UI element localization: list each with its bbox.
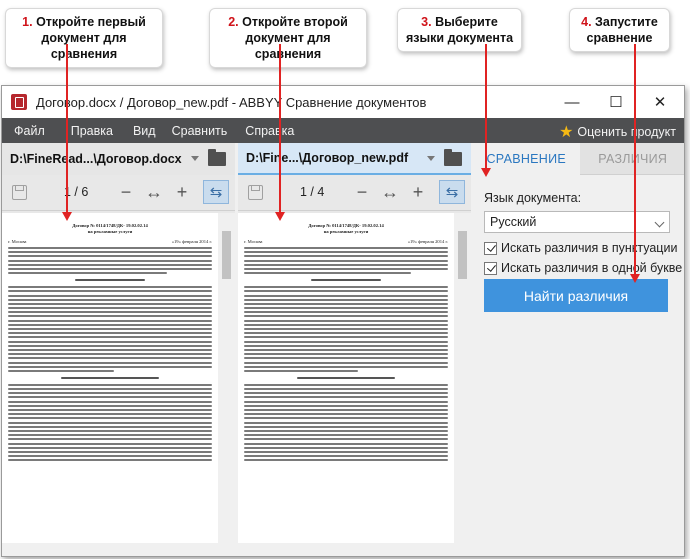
left-doc-text bbox=[8, 247, 212, 462]
callout-1-text: Откройте первый документ для сравнения bbox=[36, 15, 146, 61]
save-icon[interactable] bbox=[12, 185, 27, 200]
document-language-select[interactable]: Русский bbox=[484, 211, 670, 233]
right-document-page: Договор № 0114/1748/ДК- 19.02.02.14 на р… bbox=[238, 213, 454, 462]
document-language-value: Русский bbox=[490, 215, 537, 229]
callout-2-arrowhead bbox=[275, 212, 285, 221]
left-doc-date-row: г. Москва «19» февраля 2014 г. bbox=[8, 239, 212, 244]
minimize-button[interactable]: — bbox=[550, 86, 594, 118]
comparison-side-panel: СРАВНЕНИЕ РАЗЛИЧИЯ Язык документа: Русск… bbox=[473, 143, 684, 556]
callout-3-arrowhead bbox=[481, 168, 491, 177]
maximize-button[interactable]: ☐ bbox=[594, 86, 638, 118]
close-button[interactable]: ✕ bbox=[638, 86, 682, 118]
menu-file[interactable]: Файл bbox=[2, 124, 53, 138]
callout-1-arrowhead bbox=[62, 212, 72, 221]
zoom-out-icon[interactable]: − bbox=[115, 181, 137, 203]
screenshot-stage: 1. Откройте первый документ для сравнени… bbox=[0, 0, 690, 559]
right-document-path: D:\Fine...\Договор_new.pdf bbox=[246, 151, 409, 165]
left-path-bar[interactable]: D:\FineRead...\Договор.docx bbox=[2, 143, 235, 175]
right-document-pane: D:\Fine...\Договор_new.pdf 1 / 4 − ↔ + ⇆… bbox=[238, 143, 471, 556]
app-window: Договор.docx / Договор_new.pdf - ABBYY С… bbox=[1, 85, 685, 557]
single-letter-checkbox[interactable] bbox=[484, 261, 497, 275]
menu-view[interactable]: Вид bbox=[121, 124, 164, 138]
right-path-bar[interactable]: D:\Fine...\Договор_new.pdf bbox=[238, 143, 471, 175]
right-doc-text bbox=[244, 247, 448, 462]
rate-product-label: Оценить продукт bbox=[577, 125, 676, 139]
punctuation-checkbox-row[interactable]: Искать различия в пунктуации bbox=[484, 241, 677, 255]
zoom-out-icon[interactable]: − bbox=[351, 181, 373, 203]
left-vertical-scrollbar[interactable] bbox=[218, 213, 235, 543]
open-folder-icon[interactable] bbox=[208, 149, 226, 166]
left-doc-date: «19» февраля 2014 г. bbox=[171, 239, 212, 244]
window-title: Договор.docx / Договор_new.pdf - ABBYY С… bbox=[36, 94, 427, 110]
save-icon[interactable] bbox=[248, 185, 263, 200]
callout-1-number: 1. bbox=[22, 15, 33, 29]
left-doc-subtitle: на рекламные услуги bbox=[87, 229, 133, 234]
title-bar: Договор.docx / Договор_new.pdf - ABBYY С… bbox=[2, 86, 684, 118]
left-toolbar: 1 / 6 − ↔ + ⇆ bbox=[2, 175, 235, 211]
left-document-view[interactable]: Договор № 0114/1748/ДК- 19.02.02.14 на р… bbox=[2, 213, 218, 556]
star-icon: ★ bbox=[559, 124, 574, 141]
callout-4-pointer bbox=[634, 44, 636, 276]
chevron-down-icon[interactable] bbox=[427, 156, 435, 161]
left-scroll-thumb[interactable] bbox=[222, 231, 231, 279]
right-horizontal-scrollbar[interactable] bbox=[238, 543, 471, 556]
left-document-pane: D:\FineRead...\Договор.docx 1 / 6 − ↔ + … bbox=[2, 143, 235, 556]
callout-3-number: 3. bbox=[421, 15, 432, 29]
rate-product-link[interactable]: ★ Оценить продукт bbox=[559, 122, 676, 142]
find-differences-button[interactable]: Найти различия bbox=[484, 279, 668, 312]
right-doc-subtitle: на рекламные услуги bbox=[323, 229, 369, 234]
callout-4-arrowhead bbox=[630, 274, 640, 283]
menu-help[interactable]: Справка bbox=[235, 124, 302, 138]
menu-edit[interactable]: Правка bbox=[53, 124, 121, 138]
sync-scroll-icon[interactable]: ⇆ bbox=[203, 180, 229, 204]
callout-4-text: Запустите сравнение bbox=[586, 15, 658, 45]
single-letter-checkbox-row[interactable]: Искать различия в одной букве bbox=[484, 261, 682, 275]
callout-2-pointer bbox=[279, 44, 281, 214]
side-tabs: СРАВНЕНИЕ РАЗЛИЧИЯ bbox=[473, 143, 684, 175]
open-folder-icon[interactable] bbox=[444, 149, 462, 166]
callout-4-number: 4. bbox=[581, 15, 592, 29]
right-toolbar: 1 / 4 − ↔ + ⇆ bbox=[238, 175, 471, 211]
sync-scroll-icon[interactable]: ⇆ bbox=[439, 180, 465, 204]
document-language-label: Язык документа: bbox=[484, 191, 582, 205]
zoom-in-icon[interactable]: + bbox=[407, 181, 429, 203]
callout-1: 1. Откройте первый документ для сравнени… bbox=[5, 8, 163, 68]
callout-2-number: 2. bbox=[228, 15, 239, 29]
menu-compare[interactable]: Сравнить bbox=[164, 124, 236, 138]
single-letter-checkbox-label: Искать различия в одной букве bbox=[501, 261, 683, 275]
right-doc-date-row: г. Москва «19» февраля 2014 г. bbox=[244, 239, 448, 244]
callout-2-text: Откройте второй документ для сравнения bbox=[242, 15, 348, 61]
abbyy-compare-icon bbox=[11, 94, 27, 110]
callout-2: 2. Откройте второй документ для сравнени… bbox=[209, 8, 367, 68]
tab-differences[interactable]: РАЗЛИЧИЯ bbox=[579, 143, 684, 175]
left-horizontal-scrollbar[interactable] bbox=[2, 543, 235, 556]
callout-1-pointer bbox=[66, 44, 68, 214]
left-document-page: Договор № 0114/1748/ДК- 19.02.02.14 на р… bbox=[2, 213, 218, 462]
punctuation-checkbox-label: Искать различия в пунктуации bbox=[501, 241, 678, 255]
right-doc-date: «19» февраля 2014 г. bbox=[407, 239, 448, 244]
right-page-counter: 1 / 4 bbox=[300, 185, 325, 199]
right-vertical-scrollbar[interactable] bbox=[454, 213, 471, 543]
right-document-view[interactable]: Договор № 0114/1748/ДК- 19.02.02.14 на р… bbox=[238, 213, 454, 556]
zoom-in-icon[interactable]: + bbox=[171, 181, 193, 203]
callout-4: 4. Запустите сравнение bbox=[569, 8, 670, 52]
left-document-path: D:\FineRead...\Договор.docx bbox=[10, 152, 182, 166]
chevron-down-icon bbox=[654, 217, 665, 228]
fit-width-icon[interactable]: ↔ bbox=[379, 181, 401, 203]
chevron-down-icon[interactable] bbox=[191, 156, 199, 161]
callout-3: 3. Выберите языки документа bbox=[397, 8, 522, 52]
callout-3-pointer bbox=[485, 44, 487, 170]
menu-bar: Файл Правка Вид Сравнить Справка ★ Оцени… bbox=[2, 118, 684, 143]
punctuation-checkbox[interactable] bbox=[484, 241, 497, 255]
left-doc-city: г. Москва bbox=[8, 239, 27, 244]
right-scroll-thumb[interactable] bbox=[458, 231, 467, 279]
fit-width-icon[interactable]: ↔ bbox=[143, 181, 165, 203]
right-doc-city: г. Москва bbox=[244, 239, 263, 244]
